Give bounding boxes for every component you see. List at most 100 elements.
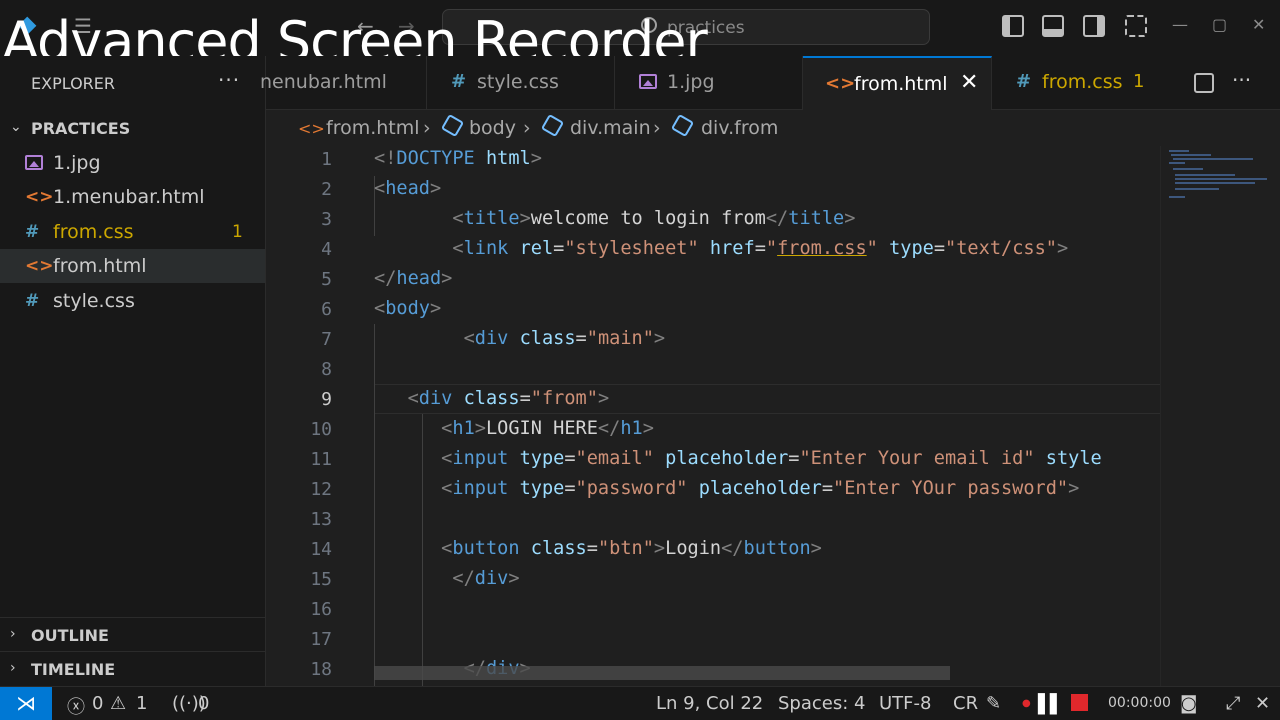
pen-icon[interactable]: ✎ [986, 693, 1001, 714]
code-line: <head> [374, 178, 442, 199]
breadcrumb: <> from.html › body › div.main › div.fro… [266, 110, 1280, 146]
code-editor[interactable]: 1 2 3 4 5 6 7 8 9 10 11 12 13 14 15 16 17 18 <!DOCTYPE ht… [266, 146, 1280, 686]
expand-icon[interactable]: ⤢ [1226, 693, 1240, 714]
code-line: <button class="btn">Login</button> [441, 538, 822, 559]
title-bar: ◆ ☰ ← → practices — ▢ ✕ Advanced Screen … [0, 0, 1280, 73]
line-number: 4 [321, 239, 332, 260]
code-line: <body> [374, 298, 442, 319]
customize-layout-icon[interactable] [1125, 15, 1147, 37]
close-window-icon[interactable]: ✕ [1252, 15, 1265, 34]
line-number: 16 [310, 599, 332, 620]
encoding[interactable]: UTF-8 [879, 693, 931, 714]
toggle-panel-icon[interactable] [1042, 15, 1064, 37]
image-file-icon [25, 155, 43, 170]
line-number: 10 [310, 419, 332, 440]
line-number: 15 [310, 569, 332, 590]
code-line: </head> [374, 268, 453, 289]
folder-practices[interactable]: ⌄ PRACTICES [0, 111, 266, 145]
close-tab-icon[interactable]: ✕ [960, 70, 978, 95]
css-file-icon: # [451, 71, 467, 92]
tab-from-html[interactable]: <> from.html ✕ [803, 56, 992, 110]
line-number: 1 [321, 149, 332, 170]
outline-label: OUTLINE [31, 626, 109, 645]
warning-count[interactable]: 1 [136, 693, 147, 714]
line-number: 5 [321, 269, 332, 290]
error-count[interactable]: 0 [92, 693, 103, 714]
horizontal-scrollbar[interactable] [374, 666, 950, 680]
maximize-icon[interactable]: ▢ [1212, 15, 1227, 34]
chevron-down-icon: ⌄ [10, 119, 22, 135]
image-file-icon [639, 74, 657, 89]
code-line: <title>welcome to login from</title> [452, 208, 856, 229]
toggle-secondary-sidebar-icon[interactable] [1083, 15, 1105, 37]
chevron-right-icon: › [10, 626, 16, 642]
minimap-line [1175, 188, 1219, 190]
code-line: <input type="email" placeholder="Enter Y… [441, 448, 1102, 469]
tab-label: from.html [854, 73, 948, 95]
tab-label: style.css [477, 71, 559, 93]
chevron-right-icon: › [653, 117, 661, 139]
error-icon[interactable]: ⓧ [67, 693, 85, 719]
code-line: <link rel="stylesheet" href="from.css" t… [452, 238, 1069, 259]
warning-icon[interactable]: ⚠ [110, 693, 126, 714]
camera-icon[interactable]: ◙ [1180, 693, 1197, 714]
record-timer: 00:00:00 [1108, 695, 1171, 711]
file-item-style-css[interactable]: # style.css [0, 284, 265, 318]
chevron-right-icon: › [423, 117, 431, 139]
line-number: 18 [310, 659, 332, 680]
html-file-icon: <> [298, 119, 325, 138]
css-file-icon: # [1016, 71, 1032, 92]
breadcrumb-div-from[interactable]: div.from [701, 117, 778, 139]
file-item-1-menubar-html[interactable]: <> 1.menubar.html [0, 180, 265, 214]
minimap-line [1173, 158, 1253, 160]
explorer-sidebar: EXPLORER ··· ⌄ PRACTICES 1.jpg <> 1.menu… [0, 56, 266, 686]
file-item-from-html[interactable]: <> from.html [0, 249, 265, 283]
line-number: 12 [310, 479, 332, 500]
line-number: 9 [321, 389, 332, 410]
symbol-element-icon [670, 113, 695, 138]
file-name: from.css [53, 221, 134, 243]
split-editor-icon[interactable] [1194, 73, 1214, 93]
file-name: 1.jpg [53, 152, 101, 174]
remote-indicator-icon[interactable]: ⋊ [0, 687, 52, 720]
outline-section[interactable]: › OUTLINE [0, 617, 266, 651]
minimap-line [1169, 162, 1185, 164]
tab-style-css[interactable]: # style.css [427, 56, 615, 110]
more-actions-icon[interactable]: ··· [1232, 70, 1251, 90]
code-line: <!DOCTYPE html> [374, 148, 542, 169]
cursor-position[interactable]: Ln 9, Col 22 [656, 693, 763, 714]
editor-tab-bar: nenubar.html # style.css 1.jpg <> from.h… [260, 56, 1280, 110]
minimap[interactable] [1160, 146, 1280, 686]
minimap-line [1175, 178, 1267, 180]
breadcrumb-body[interactable]: body [469, 117, 516, 139]
file-name: style.css [53, 290, 135, 312]
tab-menubar-html[interactable]: nenubar.html [260, 56, 427, 110]
line-number: 8 [321, 359, 332, 380]
toggle-primary-sidebar-icon[interactable] [1002, 15, 1024, 37]
code-line: <h1>LOGIN HERE</h1> [441, 418, 654, 439]
more-actions-icon[interactable]: ··· [218, 68, 240, 92]
stop-record-icon[interactable] [1071, 694, 1088, 711]
pause-icon[interactable]: ▌▌ [1038, 694, 1064, 715]
line-number: 6 [321, 299, 332, 320]
minimap-line [1175, 174, 1235, 176]
minimize-icon[interactable]: — [1172, 15, 1188, 34]
file-item-1-jpg[interactable]: 1.jpg [0, 146, 265, 180]
indentation[interactable]: Spaces: 4 [778, 693, 865, 714]
ports-count[interactable]: 0 [198, 693, 209, 714]
tab-label: nenubar.html [260, 71, 387, 93]
timeline-section[interactable]: › TIMELINE [0, 651, 266, 685]
line-number: 2 [321, 179, 332, 200]
line-number: 3 [321, 209, 332, 230]
breadcrumb-file[interactable]: from.html [326, 117, 420, 139]
code-line: <div class="from"> [407, 388, 610, 409]
close-recorder-icon[interactable]: ✕ [1255, 693, 1270, 714]
html-file-icon: <> [825, 73, 856, 94]
code-line: <input type="password" placeholder="Ente… [441, 478, 1080, 499]
file-item-from-css[interactable]: # from.css 1 [0, 215, 265, 249]
end-of-line[interactable]: CR [953, 693, 978, 714]
tab-from-css[interactable]: # from.css 1 [992, 56, 1172, 110]
tab-1-jpg[interactable]: 1.jpg [615, 56, 803, 110]
breadcrumb-div-main[interactable]: div.main [570, 117, 651, 139]
code-line: </div> [452, 568, 520, 589]
